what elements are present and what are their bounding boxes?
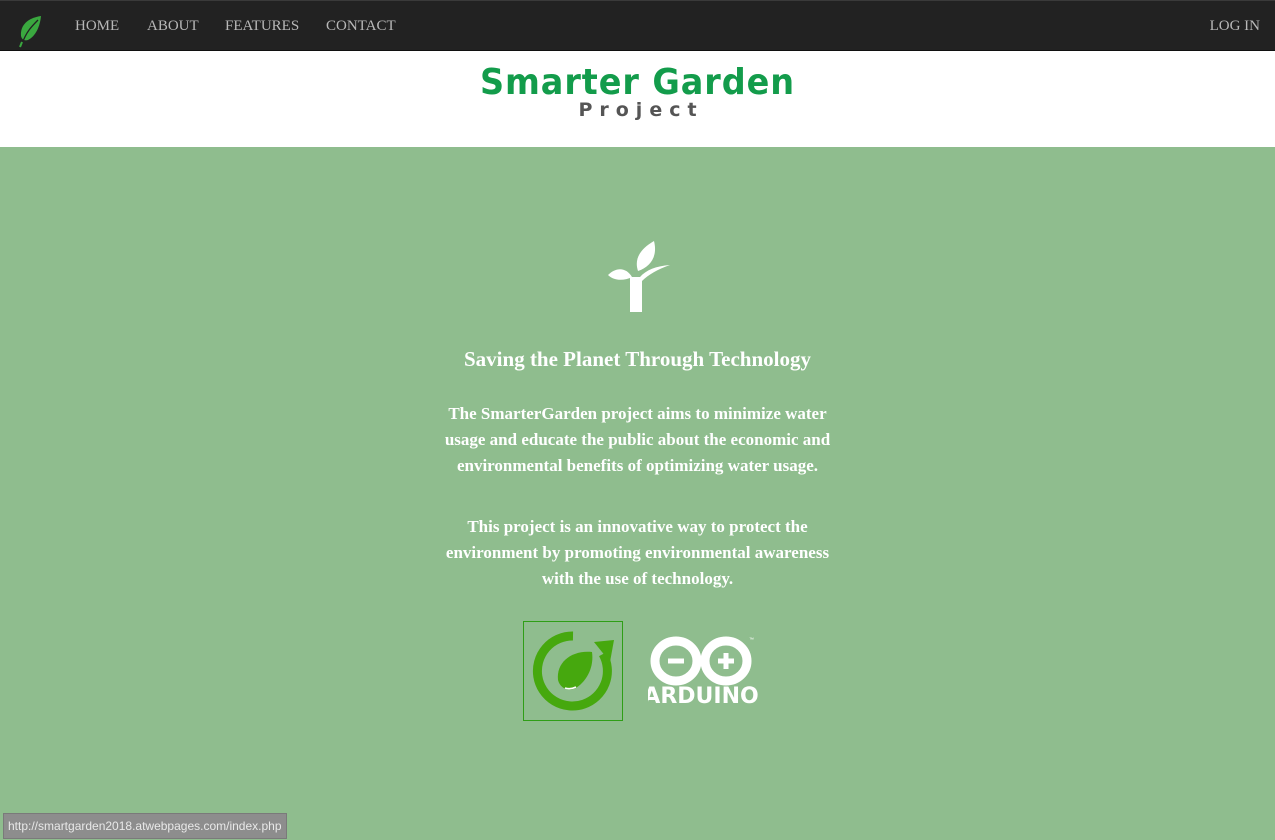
hero-headline: Saving the Planet Through Technology: [464, 347, 811, 371]
arduino-wordmark: ARDUINO: [648, 684, 758, 709]
intro-paragraph: The SmarterGarden project aims to minimi…: [444, 404, 831, 475]
eco-logo-link[interactable]: [523, 621, 623, 721]
svg-text:™: ™: [749, 637, 754, 643]
arduino-logo[interactable]: ™ ARDUINO: [643, 633, 759, 709]
hero-section: Saving the Planet Through Technology The…: [0, 147, 1275, 840]
eco-refresh-leaf-icon: [532, 631, 614, 711]
top-navbar: HOME ABOUT FEATURES CONTACT LOG IN: [0, 0, 1275, 51]
login-link[interactable]: LOG IN: [1210, 18, 1260, 35]
nav-contact-link[interactable]: CONTACT: [326, 18, 396, 35]
status-bar-url: http://smartgarden2018.atwebpages.com/in…: [3, 813, 287, 839]
site-header: Smarter Garden Project: [0, 51, 1275, 147]
sprout-icon: [608, 241, 670, 312]
nav-features-link[interactable]: FEATURES: [225, 18, 299, 35]
leaf-icon[interactable]: [16, 14, 44, 48]
brand-subtitle: Project: [578, 99, 704, 121]
arduino-infinity-icon: ™ ARDUINO: [643, 636, 759, 709]
mission-paragraph: This project is an innovative way to pro…: [445, 517, 830, 588]
brand-title: Smarter Garden: [479, 62, 796, 103]
nav-about-link[interactable]: ABOUT: [147, 18, 199, 35]
nav-home-link[interactable]: HOME: [75, 18, 119, 35]
